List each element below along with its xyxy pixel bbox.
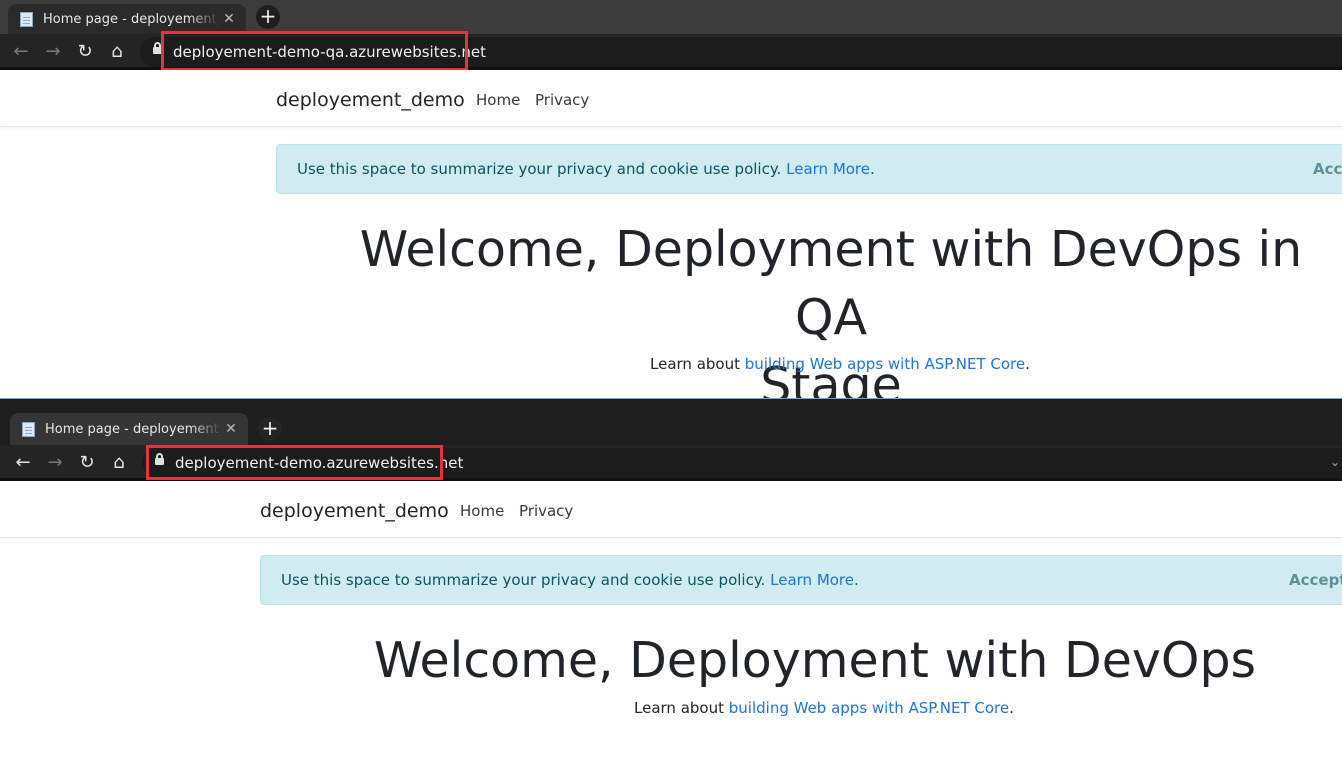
site-navbar: deployement_demo Home Privacy [0,481,1342,538]
arrow-left-icon: ← [15,452,31,473]
back-button[interactable]: ← [10,41,32,63]
home-button[interactable]: ⌂ [106,41,128,63]
home-button[interactable]: ⌂ [108,452,130,474]
url-highlight-box [146,445,443,480]
chevron-down-icon[interactable]: ⌄ [1330,455,1340,469]
browser-tab[interactable]: Home page - deployement_demo ✕ [8,4,246,34]
home-icon: ⌂ [111,41,123,62]
nav-privacy-link[interactable]: Privacy [535,91,589,109]
new-tab-button[interactable]: + [256,5,280,29]
close-icon[interactable]: ✕ [220,11,238,27]
subtext-prefix: Learn about [634,699,724,717]
new-tab-button[interactable]: + [258,417,282,441]
learn-more-link[interactable]: Learn More [786,160,870,178]
period: . [870,160,875,178]
accept-button[interactable]: Accept [1289,571,1342,589]
browser-tab[interactable]: Home page - deployement_demo ✕ [10,413,248,445]
browser-toolbar: ← → ↻ ⌂ deployement-demo-qa.azurewebsite… [0,31,1342,71]
cookie-consent-alert: Use this space to summarize your privacy… [276,144,1342,194]
nav-home-link[interactable]: Home [460,502,504,520]
arrow-right-icon: → [45,41,61,62]
site-navbar: deployement_demo Home Privacy [0,70,1342,127]
cookie-text: Use this space to summarize your privacy… [297,160,782,178]
aspnet-core-link[interactable]: building Web apps with ASP.NET Core [729,699,1009,717]
hero-subtext: Learn about building Web apps with ASP.N… [634,699,1014,717]
forward-button[interactable]: → [42,41,64,63]
tab-strip: Home page - deployement_demo ✕ + [0,0,1342,34]
subtext-prefix: Learn about [650,355,740,373]
period: . [854,571,859,589]
hero-subtext: Learn about building Web apps with ASP.N… [650,355,1030,373]
cookie-consent-alert: Use this space to summarize your privacy… [260,555,1342,605]
web-page: deployement_demo Home Privacy Use this s… [0,481,1342,763]
learn-more-link[interactable]: Learn More [770,571,854,589]
back-button[interactable]: ← [12,452,34,474]
document-icon [22,421,35,437]
hero-heading: Welcome, Deployment with DevOps [300,627,1330,695]
reload-icon: ↻ [79,452,95,473]
heading-line-1: Welcome, Deployment with DevOps in QA [359,221,1303,346]
aspnet-core-link[interactable]: building Web apps with ASP.NET Core [745,355,1025,373]
site-brand[interactable]: deployement_demo [276,89,465,111]
period: . [1009,699,1014,717]
accept-button[interactable]: Accept [1313,160,1342,178]
home-icon: ⌂ [113,452,125,473]
cookie-text: Use this space to summarize your privacy… [281,571,766,589]
url-highlight-box [161,31,468,71]
browser-window-prod: Home page - deployement_demo ✕ + ← → ↻ ⌂… [0,398,1342,763]
tab-title: Home page - deployement_demo [43,11,220,27]
reload-button[interactable]: ↻ [76,452,98,474]
browser-window-qa: Home page - deployement_demo ✕ + ← → ↻ ⌂… [0,0,1342,398]
period: . [1025,355,1030,373]
arrow-left-icon: ← [13,41,29,62]
plus-icon: + [259,4,277,28]
web-page: deployement_demo Home Privacy Use this s… [0,70,1342,398]
plus-icon: + [261,416,279,440]
arrow-right-icon: → [47,452,63,473]
heading-line-1: Welcome, Deployment with DevOps [373,632,1257,689]
nav-privacy-link[interactable]: Privacy [519,502,573,520]
nav-home-link[interactable]: Home [476,91,520,109]
site-brand[interactable]: deployement_demo [260,500,449,522]
close-icon[interactable]: ✕ [222,421,240,437]
tab-strip: Home page - deployement_demo ✕ + [0,399,1342,445]
reload-icon: ↻ [77,41,93,62]
browser-toolbar: ← → ↻ ⌂ deployement-demo.azurewebsites.n… [0,445,1342,481]
forward-button[interactable]: → [44,452,66,474]
document-icon [20,11,33,27]
tab-title: Home page - deployement_demo [45,421,222,437]
reload-button[interactable]: ↻ [74,41,96,63]
